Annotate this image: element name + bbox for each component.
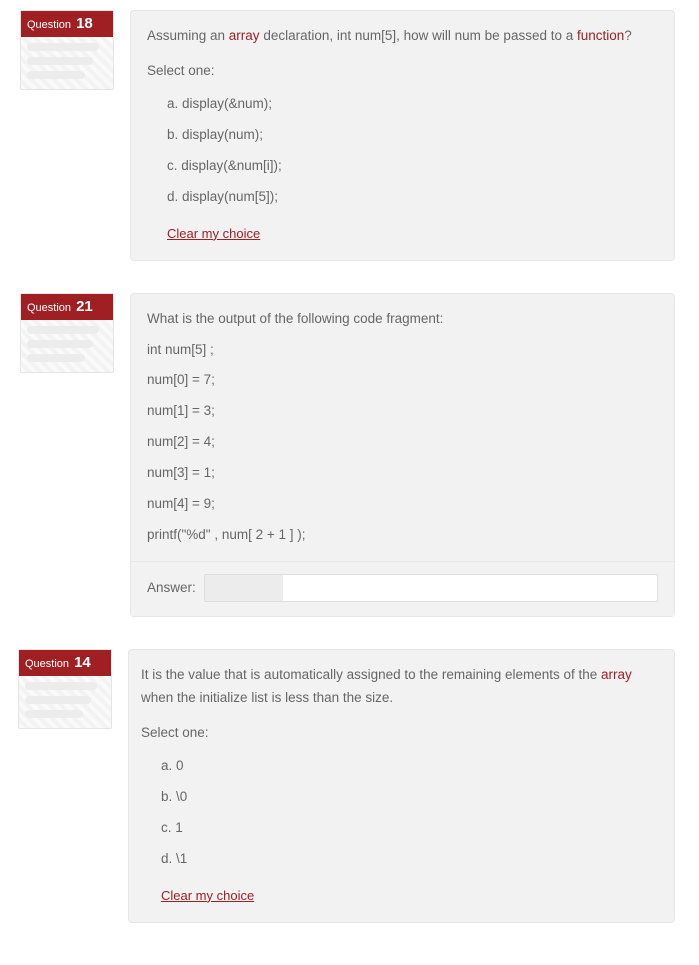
placeholder-line xyxy=(27,57,93,65)
code-line: num[3] = 1; xyxy=(147,462,658,485)
question-block: Question 18 Assuming an array declaratio… xyxy=(20,10,675,261)
answer-label: Answer: xyxy=(147,577,196,600)
option-b[interactable]: b. \0 xyxy=(161,782,658,813)
code-line: num[1] = 3; xyxy=(147,400,658,423)
code-line: printf("%d" , num[ 2 + 1 ] ); xyxy=(147,524,658,547)
placeholder-line xyxy=(27,71,85,79)
stem-text: declaration, int num[5], how will num be… xyxy=(260,28,577,43)
stem-text: ? xyxy=(624,28,632,43)
option-d[interactable]: d. \1 xyxy=(161,844,658,875)
question-stem: Assuming an array declaration, int num[5… xyxy=(147,25,658,48)
stem-text: Assuming an xyxy=(147,28,229,43)
badge-number: 21 xyxy=(76,298,93,315)
question-badge: Question 14 xyxy=(19,650,111,676)
keyword: array xyxy=(601,667,632,682)
option-c[interactable]: c. display(&num[i]); xyxy=(167,151,658,182)
placeholder-line xyxy=(27,326,99,334)
code-line: num[4] = 9; xyxy=(147,493,658,516)
code-intro: What is the output of the following code… xyxy=(147,308,658,331)
select-one-label: Select one: xyxy=(147,60,658,83)
question-body: It is the value that is automatically as… xyxy=(128,649,675,923)
option-c[interactable]: c. 1 xyxy=(161,813,658,844)
question-body: Assuming an array declaration, int num[5… xyxy=(130,10,675,261)
option-b[interactable]: b. display(num); xyxy=(167,120,658,151)
answer-row: Answer: xyxy=(131,561,674,616)
option-a[interactable]: a. 0 xyxy=(161,751,658,782)
badge-number: 14 xyxy=(74,654,91,671)
code-line: int num[5] ; xyxy=(147,339,658,362)
stem-text: when the initialize list is less than th… xyxy=(141,690,393,705)
answer-input[interactable] xyxy=(204,574,658,602)
placeholder-line xyxy=(27,43,99,51)
placeholder-line xyxy=(25,682,97,690)
placeholder-line xyxy=(25,696,91,704)
option-d[interactable]: d. display(num[5]); xyxy=(167,182,658,213)
badge-number: 18 xyxy=(76,15,93,32)
option-a[interactable]: a. display(&num); xyxy=(167,89,658,120)
clear-choice-link[interactable]: Clear my choice xyxy=(161,885,254,907)
question-block: Question 14 It is the value that is auto… xyxy=(20,649,675,923)
keyword: function xyxy=(577,28,624,43)
clear-choice-link[interactable]: Clear my choice xyxy=(167,223,260,245)
question-sidecard: Question 21 xyxy=(20,293,114,373)
question-stem: It is the value that is automatically as… xyxy=(141,664,658,710)
select-one-label: Select one: xyxy=(141,722,658,745)
code-fragment: What is the output of the following code… xyxy=(147,308,658,548)
badge-prefix: Question xyxy=(27,19,71,31)
question-block: Question 21 What is the output of the fo… xyxy=(20,293,675,618)
placeholder-line xyxy=(27,354,85,362)
question-badge: Question 21 xyxy=(21,294,113,320)
code-line: num[0] = 7; xyxy=(147,369,658,392)
question-body: What is the output of the following code… xyxy=(130,293,675,618)
badge-prefix: Question xyxy=(25,658,69,670)
options-list: a. 0 b. \0 c. 1 d. \1 xyxy=(141,751,658,875)
placeholder-line xyxy=(27,340,93,348)
keyword: array xyxy=(229,28,260,43)
question-badge: Question 18 xyxy=(21,11,113,37)
code-line: num[2] = 4; xyxy=(147,431,658,454)
stem-text: It is the value that is automatically as… xyxy=(141,667,601,682)
question-sidecard: Question 18 xyxy=(20,10,114,90)
options-list: a. display(&num); b. display(num); c. di… xyxy=(147,89,658,213)
placeholder-line xyxy=(25,710,83,718)
badge-prefix: Question xyxy=(27,302,71,314)
question-sidecard: Question 14 xyxy=(18,649,112,729)
